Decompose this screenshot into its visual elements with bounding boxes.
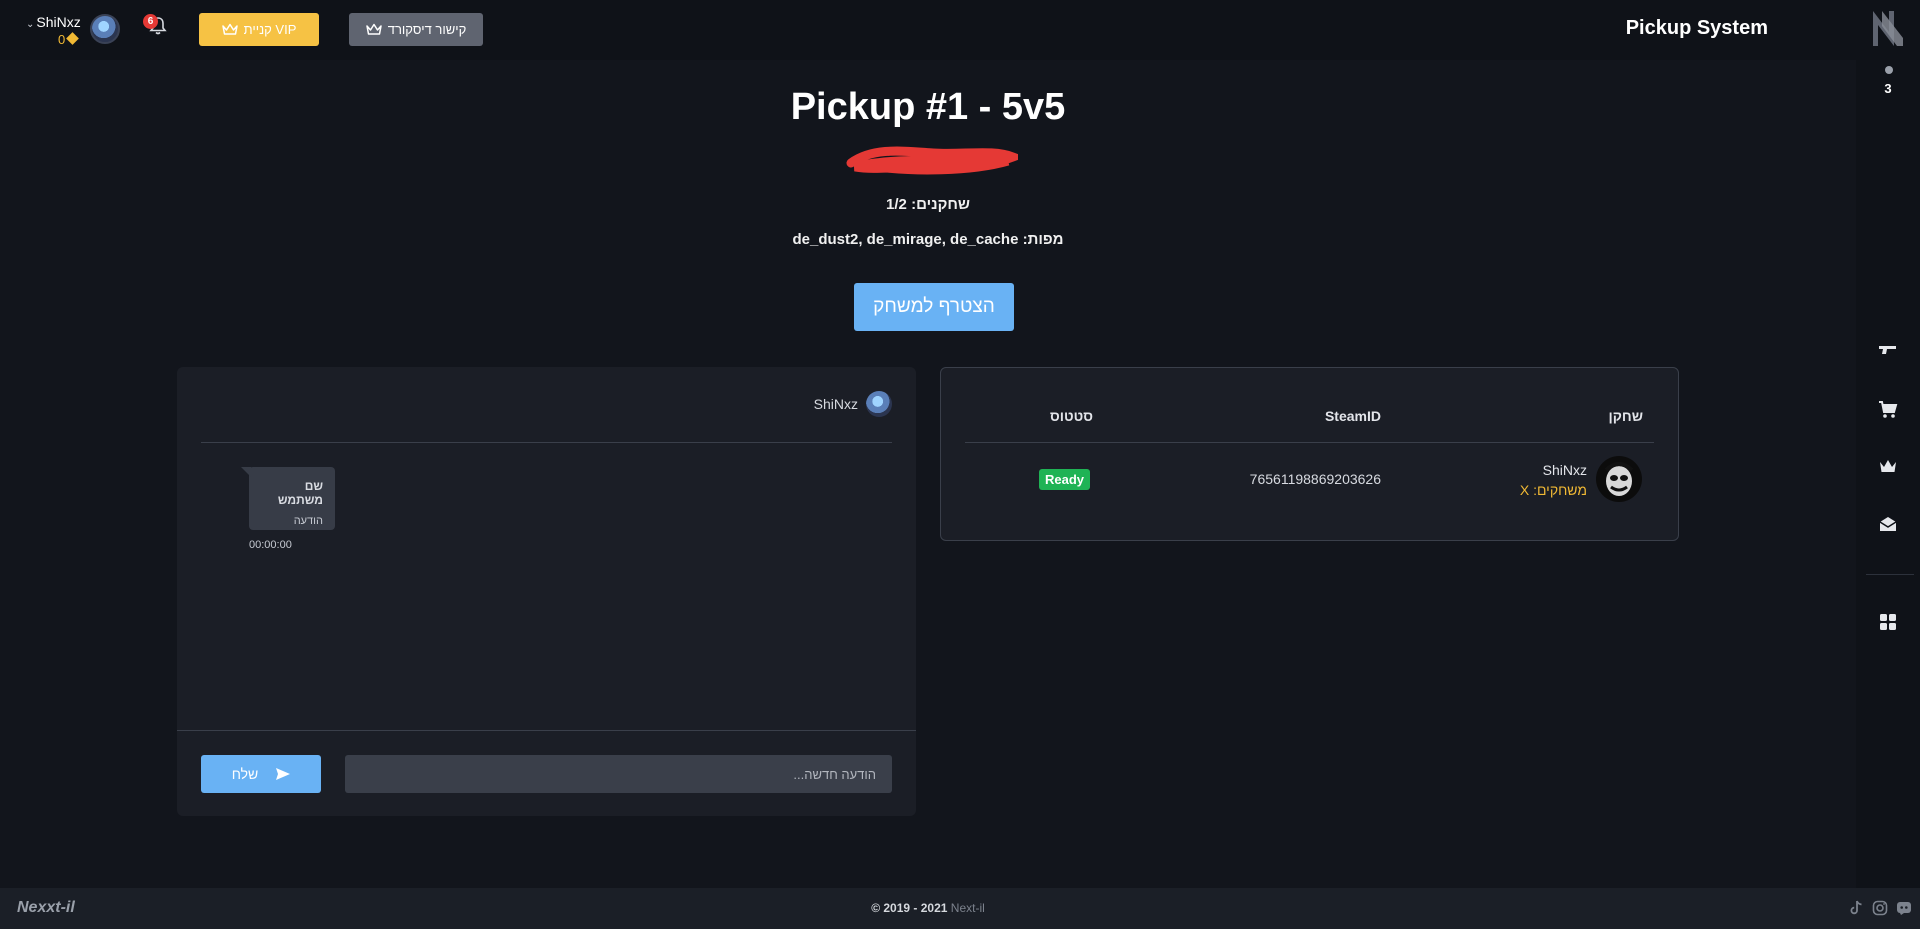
buy-vip-button[interactable]: קניית VIP <box>199 13 319 46</box>
user-name[interactable]: ⌄ ShiNxz <box>26 14 81 30</box>
message-time: 00:00:00 <box>249 539 292 551</box>
chat-message: שם משתמש הודעה <box>241 467 335 530</box>
face-icon <box>1604 462 1634 496</box>
sidebar-divider <box>1866 574 1914 575</box>
coins-value: 0 <box>58 32 66 47</box>
crown-icon <box>221 23 238 35</box>
envelope-icon[interactable] <box>1878 514 1898 534</box>
discord-icon[interactable] <box>1896 900 1912 916</box>
tiktok-icon[interactable] <box>1848 900 1864 916</box>
player-avatar[interactable] <box>1596 456 1642 502</box>
user-menu[interactable]: ⌄ ShiNxz 0 <box>22 10 122 50</box>
chevron-down-icon: ⌄ <box>26 19 35 30</box>
diamond-icon <box>66 32 80 45</box>
status-dot <box>1885 66 1893 74</box>
column-header-steamid: SteamID <box>1324 408 1381 424</box>
link-discord-label: קישור דיסקורד <box>387 22 467 37</box>
social-links <box>1848 900 1912 916</box>
player-name[interactable]: ShiNxz <box>1543 462 1587 478</box>
grid-icon[interactable] <box>1878 612 1898 632</box>
notification-badge: 6 <box>143 14 158 29</box>
link-discord-button[interactable]: קישור דיסקורד <box>349 13 483 46</box>
footer-brand[interactable]: Next-il <box>951 901 985 915</box>
footer-copyright: © 2019 - 2021 Next-il <box>0 901 1856 915</box>
logo-icon[interactable] <box>1870 8 1906 48</box>
players-count: שחקנים: 1/2 <box>886 196 970 213</box>
copyright-text: © 2019 - 2021 <box>871 901 948 915</box>
user-name-text: ShiNxz <box>36 14 81 30</box>
status-badge: Ready <box>1039 469 1091 490</box>
buy-vip-label: קניית VIP <box>243 22 297 37</box>
sidebar-count: 3 <box>1884 81 1892 96</box>
player-games: משחקים: X <box>1519 482 1587 498</box>
send-button[interactable]: שלח <box>201 755 321 793</box>
page-title: Pickup #1 - 5v5 <box>790 86 1066 128</box>
message-input[interactable] <box>345 755 892 793</box>
avatar <box>866 391 892 417</box>
column-header-player: שחקן <box>1608 408 1643 424</box>
chat-input-divider <box>177 730 916 731</box>
send-label: שלח <box>231 766 259 782</box>
column-header-status: סטטוס <box>1049 408 1093 424</box>
instagram-icon[interactable] <box>1872 900 1888 916</box>
cart-icon[interactable] <box>1878 400 1898 420</box>
send-icon <box>276 768 291 780</box>
message-author: שם משתמש <box>277 479 323 507</box>
user-coins: 0 <box>58 32 80 47</box>
footer: Nexxt-il © 2019 - 2021 Next-il <box>0 888 1920 929</box>
redacted-scribble <box>846 146 1018 175</box>
crown-icon <box>365 23 382 35</box>
player-steamid: 76561198869203626 <box>1249 471 1381 487</box>
message-text: הודעה <box>293 515 323 527</box>
right-sidebar: 3 <box>1856 0 1920 888</box>
top-bar: ⌄ ShiNxz 0 6 קניית VIP קישור דיסקורד Pick… <box>0 0 1856 60</box>
players-table: שחקן SteamID סטטוס ShiNxz משחקים: X 7656… <box>940 367 1679 541</box>
join-game-button[interactable]: הצטרף למשחק <box>854 283 1014 331</box>
maps-list: מפות: de_dust2, de_mirage, de_cache <box>792 231 1064 248</box>
crown-icon[interactable] <box>1878 457 1898 477</box>
chat-header-user: ShiNxz <box>814 391 892 417</box>
chat-divider <box>201 442 892 443</box>
chat-panel: ShiNxz שם משתמש הודעה 00:00:00 שלח <box>177 367 916 816</box>
chat-user-name: ShiNxz <box>813 396 858 412</box>
table-header-divider <box>965 442 1654 443</box>
avatar[interactable] <box>90 14 120 44</box>
gun-icon[interactable] <box>1878 340 1898 360</box>
app-title: Pickup System <box>1625 17 1768 39</box>
